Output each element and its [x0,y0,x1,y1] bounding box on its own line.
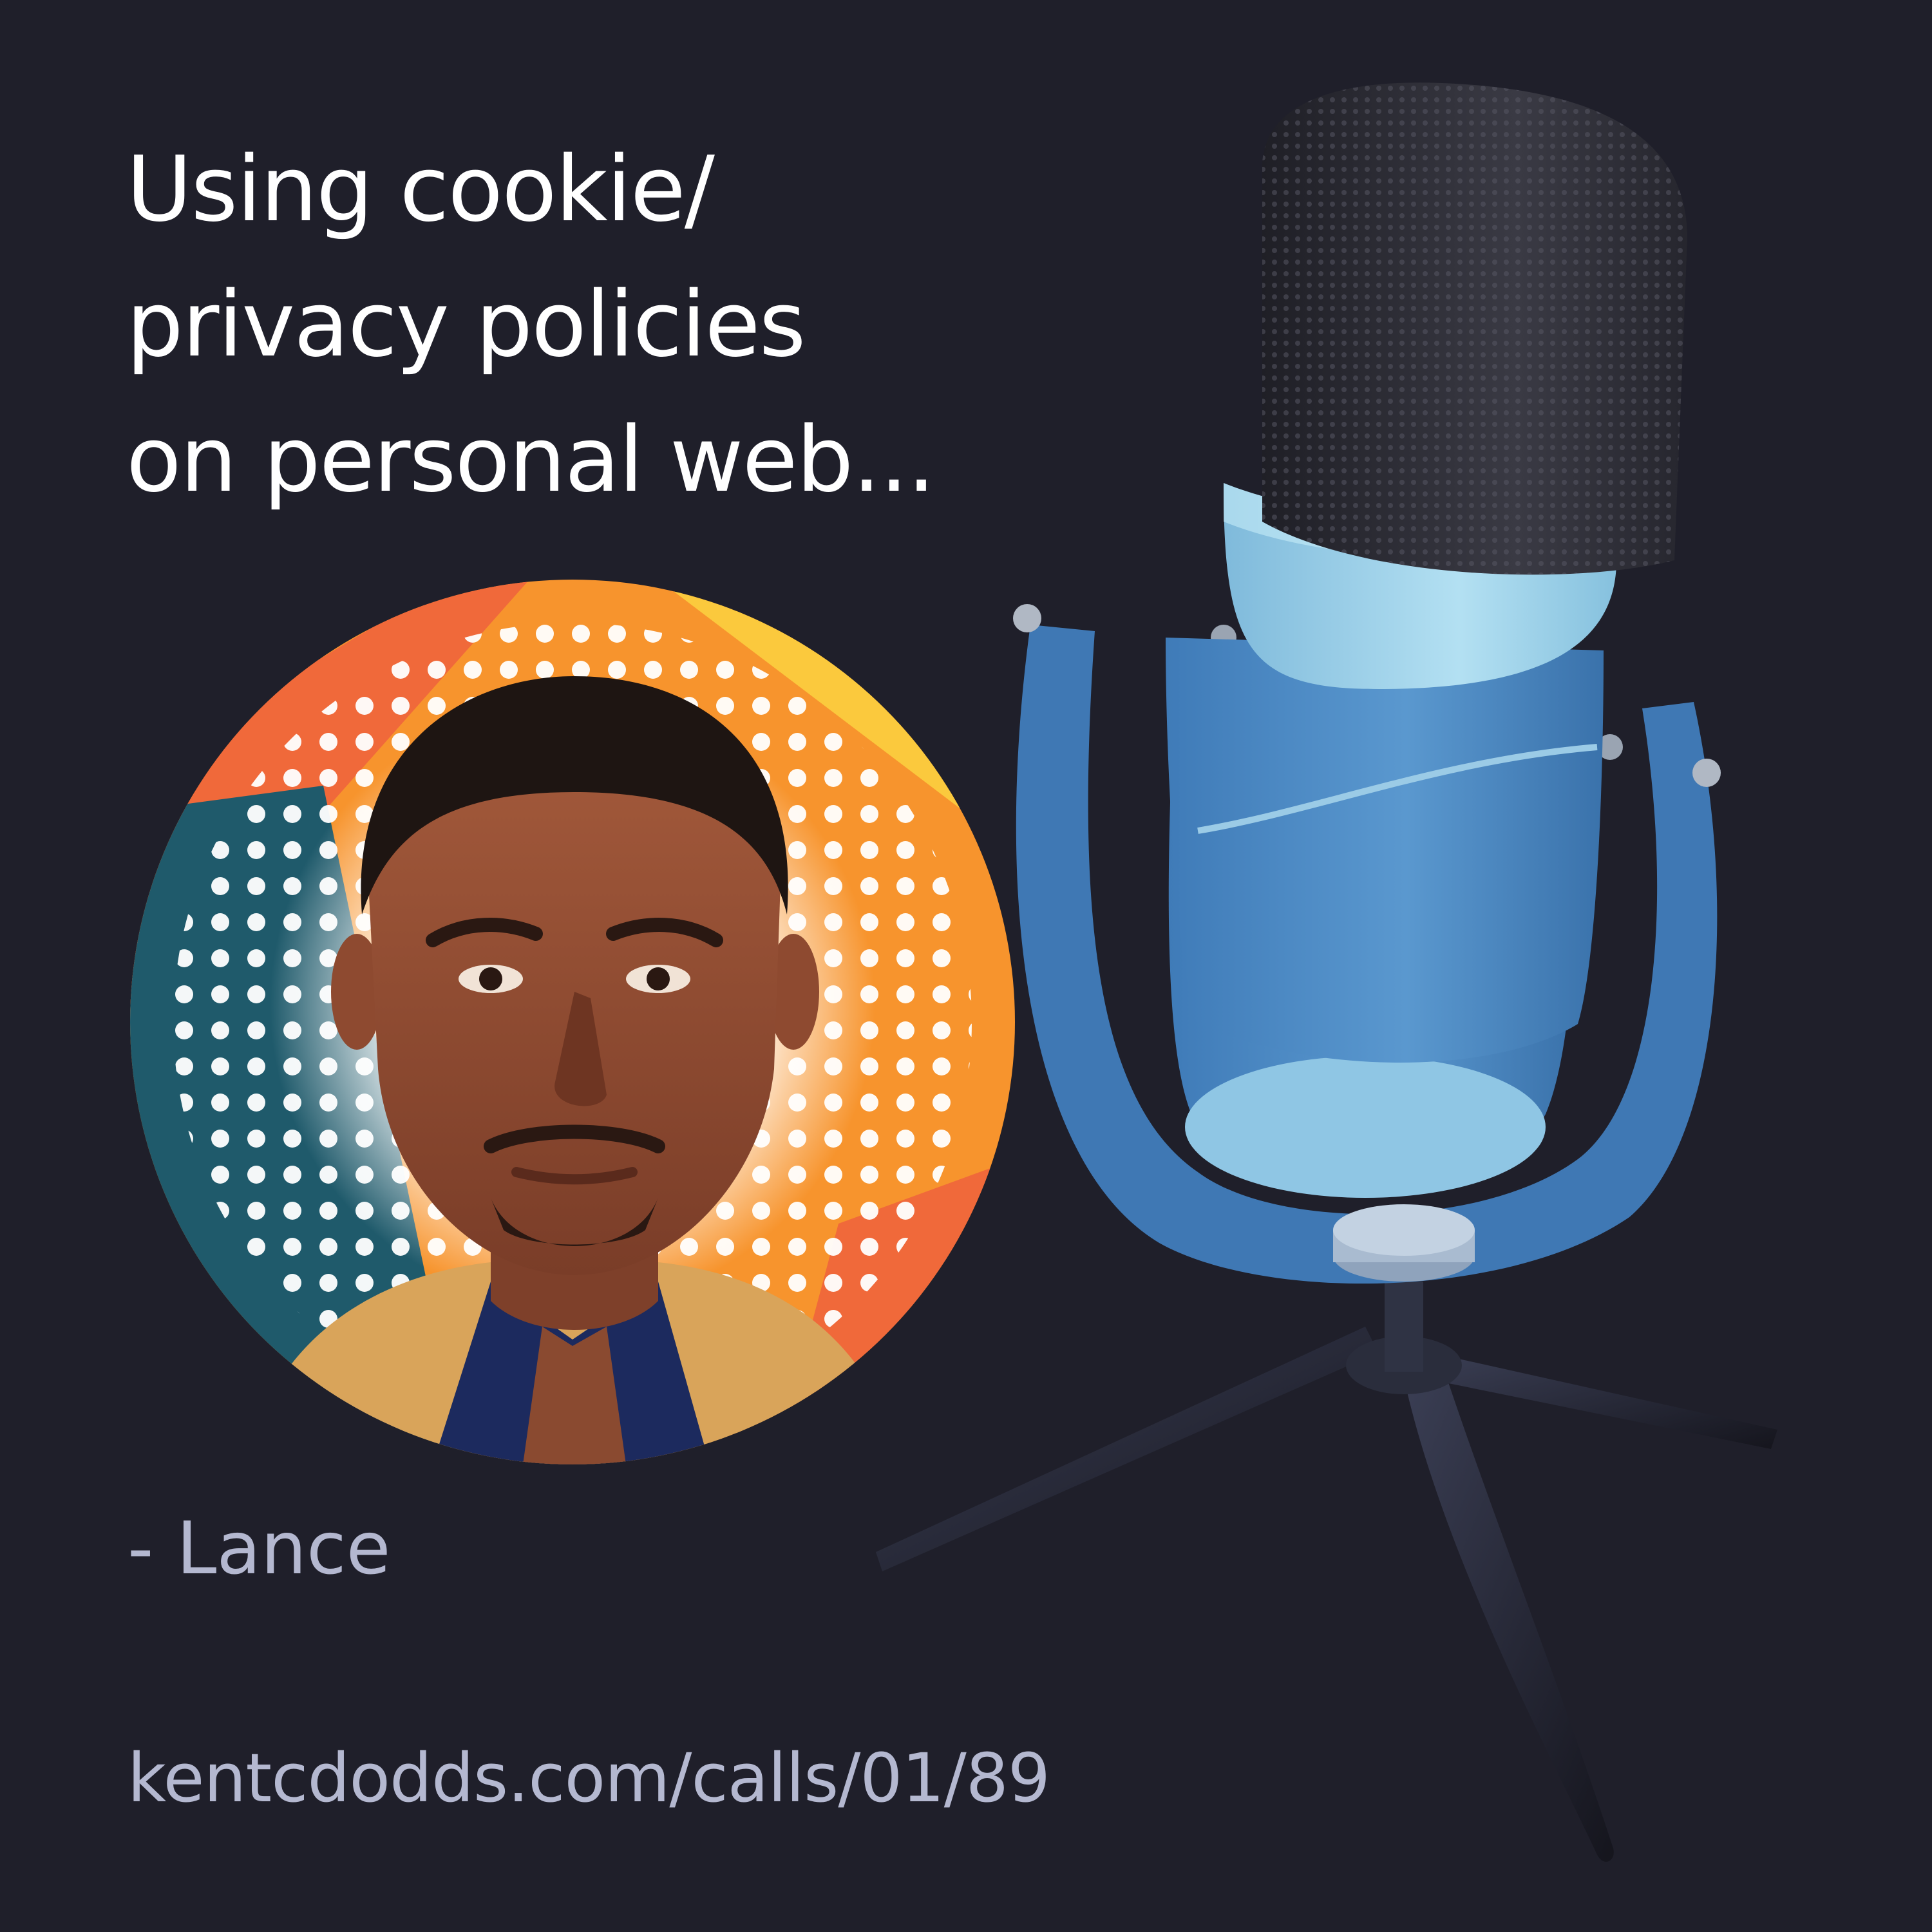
guest-attribution: - Lance [128,1507,391,1591]
podcast-microphone-icon [876,82,1777,1862]
podcast-microphone-illustration [863,71,1816,1874]
